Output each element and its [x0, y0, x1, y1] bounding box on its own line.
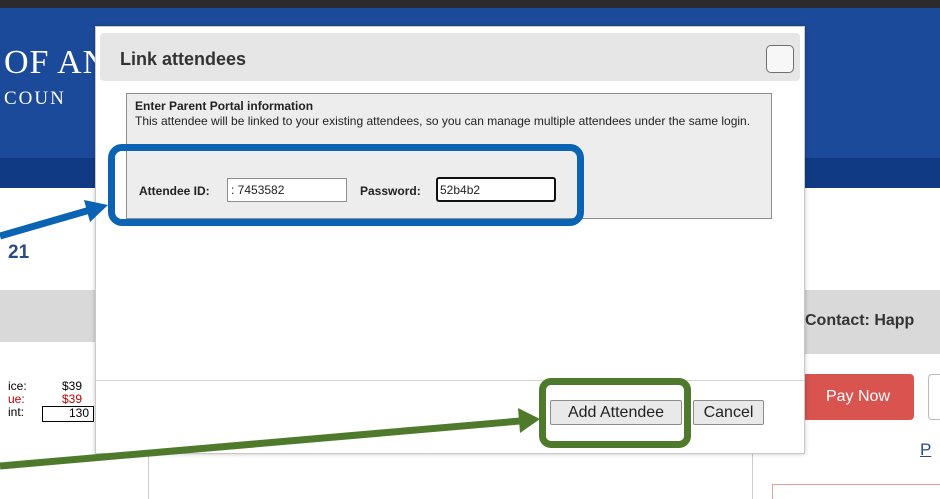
highlight-box-login-fields [108, 144, 584, 226]
cancel-button[interactable]: Cancel [693, 400, 764, 425]
page-link[interactable]: P [920, 440, 931, 460]
dialog-footer-divider [96, 380, 804, 381]
notice-box [772, 484, 940, 499]
arrow-to-login-fields [0, 200, 108, 240]
pay-now-button[interactable]: Pay Now [802, 374, 914, 420]
portal-description: This attendee will be linked to your exi… [135, 114, 751, 128]
close-button[interactable] [766, 45, 794, 73]
summary-value: $39 [62, 392, 83, 406]
dialog-title: Link attendees [120, 49, 247, 69]
site-title-line2: COUN [4, 88, 66, 109]
site-header-topline [0, 0, 940, 8]
highlight-box-add-button [539, 378, 691, 448]
year-heading: 21 [8, 242, 30, 263]
site-title-line1: OF AN [4, 44, 109, 81]
summary-label: int: [8, 405, 25, 419]
summary-row: int: 130 [0, 406, 110, 422]
link-attendees-dialog: Link attendees Enter Parent Portal infor… [95, 26, 805, 454]
dialog-titlebar: Link attendees [100, 33, 800, 81]
contact-label: Contact: Happ [805, 312, 915, 329]
secondary-button[interactable] [928, 374, 940, 420]
amount-input[interactable]: 130 [42, 406, 94, 422]
price-summary: ice: $39 ue: $39 int: 130 [0, 380, 110, 422]
portal-heading: Enter Parent Portal information [135, 99, 314, 113]
